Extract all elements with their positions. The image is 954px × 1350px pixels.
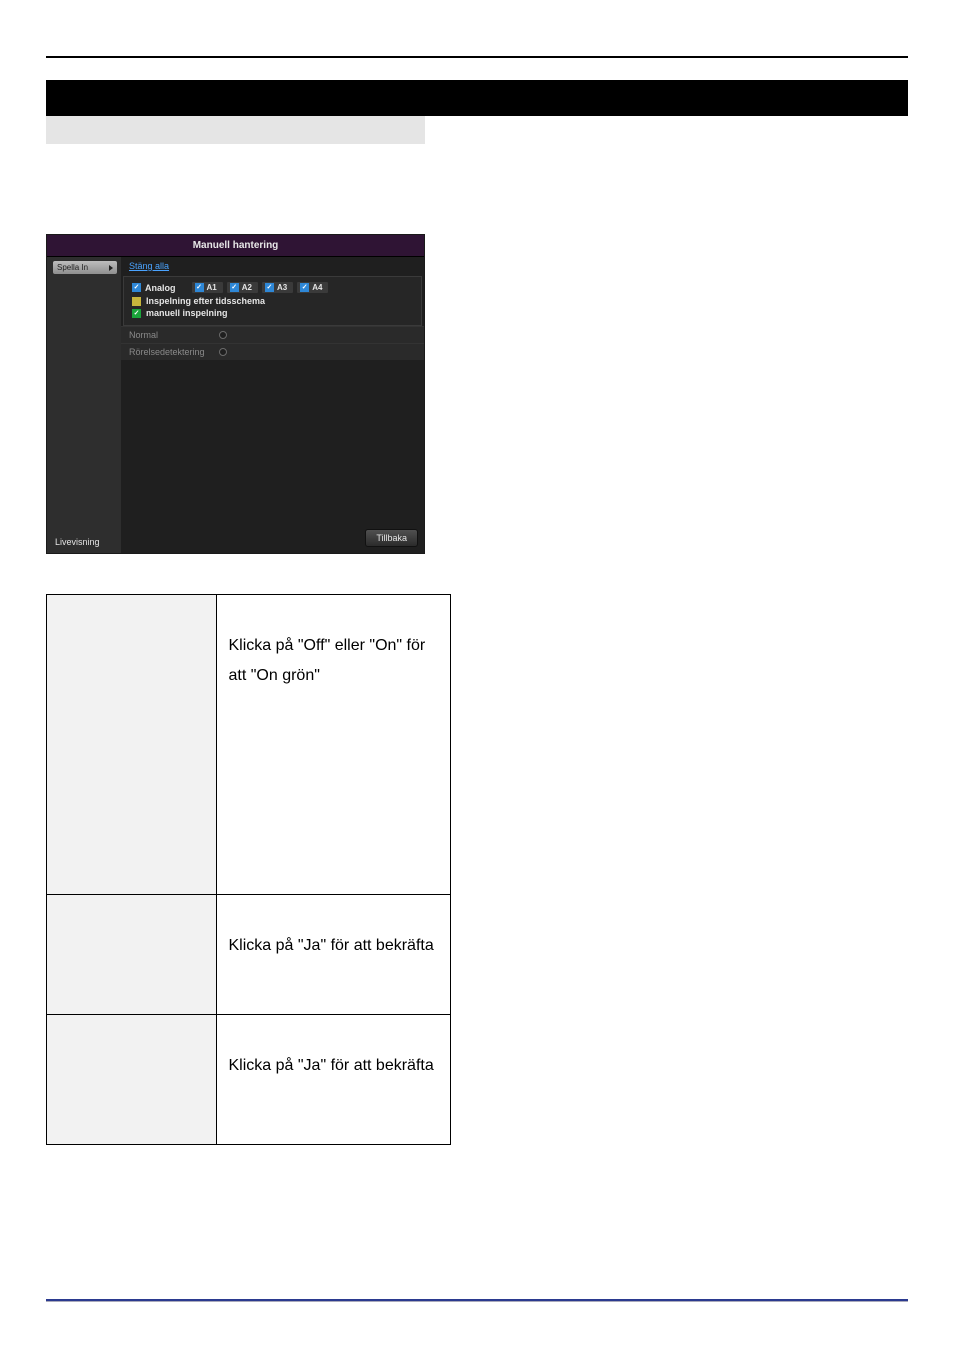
top-rule (46, 56, 908, 58)
table-cell-left (47, 595, 217, 895)
legend-schedule: Inspelning efter tidsschema (132, 296, 413, 306)
checkbox-icon[interactable] (132, 283, 141, 292)
sidebar-item-liveview[interactable]: Livevisning (53, 537, 117, 547)
bottom-rule (46, 1299, 908, 1302)
title-bar (46, 80, 908, 144)
dvr-sidebar: Spella In Livevisning (47, 257, 121, 553)
checkbox-icon (300, 283, 309, 292)
back-button[interactable]: Tillbaka (365, 529, 418, 547)
sidebar-item-label: Spella In (57, 263, 88, 272)
table-cell-right: Klicka på "Ja" för att bekräfta (216, 1015, 451, 1145)
table-row: Klicka på "Off" eller "On" för att "On g… (47, 595, 451, 895)
table-cell-right: Klicka på "Ja" för att bekräfta (216, 895, 451, 1015)
dvr-empty-area (121, 360, 424, 529)
channel-row: Analog A1 A2 A3 A4 (132, 282, 413, 293)
channel-a2[interactable]: A2 (227, 282, 258, 293)
param-normal: Normal (121, 326, 424, 343)
dvr-footer: Tillbaka (121, 529, 424, 553)
checkbox-icon (265, 283, 274, 292)
legend-green-icon (132, 309, 141, 318)
checkbox-icon (195, 283, 204, 292)
analog-label: Analog (132, 283, 176, 293)
page: Manuell hantering Spella In Livevisning … (0, 0, 954, 1350)
table-cell-left (47, 895, 217, 1015)
table-cell-right: Klicka på "Off" eller "On" för att "On g… (216, 595, 451, 895)
dvr-header: Manuell hantering (47, 235, 424, 257)
legend-yellow-icon (132, 297, 141, 306)
channel-panel: Analog A1 A2 A3 A4 Inspelning efter tids… (123, 276, 422, 326)
param-motion: Rörelsedetektering (121, 343, 424, 360)
title-sub-tab (46, 116, 425, 144)
checkbox-icon (230, 283, 239, 292)
radio-icon[interactable] (219, 348, 227, 356)
dvr-main: Stäng alla Analog A1 A2 A3 A4 (121, 257, 424, 553)
table-cell-left (47, 1015, 217, 1145)
chevron-right-icon (109, 265, 113, 271)
title-black-bar (46, 80, 908, 116)
table-row: Klicka på "Ja" för att bekräfta (47, 895, 451, 1015)
table-row: Klicka på "Ja" för att bekräfta (47, 1015, 451, 1145)
legend-manual: manuell inspelning (132, 308, 413, 318)
description-table: Klicka på "Off" eller "On" för att "On g… (46, 594, 451, 1145)
channel-a1[interactable]: A1 (192, 282, 223, 293)
channel-a4[interactable]: A4 (297, 282, 328, 293)
sidebar-item-record[interactable]: Spella In (53, 261, 117, 274)
dvr-body: Spella In Livevisning Stäng alla Analog … (47, 257, 424, 553)
dvr-screenshot: Manuell hantering Spella In Livevisning … (46, 234, 425, 554)
radio-icon[interactable] (219, 331, 227, 339)
close-all-link[interactable]: Stäng alla (121, 257, 424, 274)
channel-a3[interactable]: A3 (262, 282, 293, 293)
